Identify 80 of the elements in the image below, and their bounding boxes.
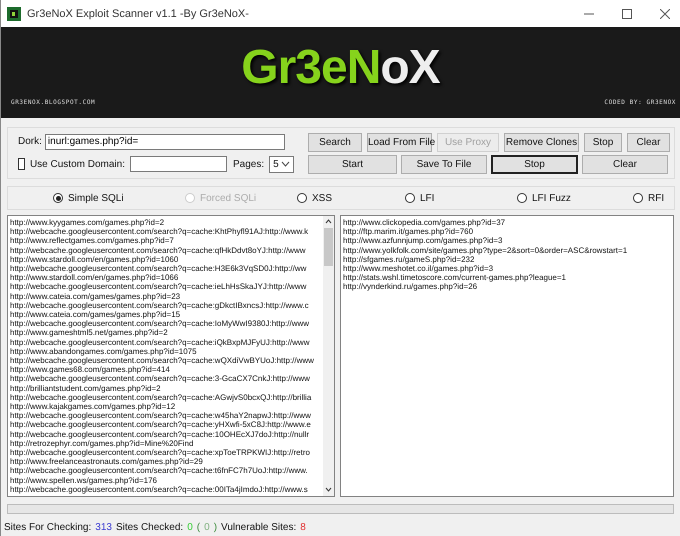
list-item[interactable]: http://www.stardoll.com/en/games.php?id=1060 xyxy=(10,254,323,264)
status-value: ( xyxy=(196,522,200,532)
status-label: Vulnerable Sites: xyxy=(221,522,296,532)
list-item[interactable]: http://ftp.marim.it/games.php?id=760 xyxy=(343,227,673,236)
list-item[interactable]: http://www.yolkfolk.com/site/games.php?type=2&sort=0&order=ASC&rowstart=1 xyxy=(343,246,673,255)
window-title: Gr3eNoX Exploit Scanner v1.1 -By Gr3eNoX- xyxy=(27,8,249,20)
list-item[interactable]: http://www.cateia.com/games/games.php?id=23 xyxy=(10,292,323,301)
button[interactable]: Search xyxy=(308,132,362,152)
radio-button[interactable] xyxy=(297,193,307,203)
status-value: 0 xyxy=(204,522,210,532)
custom-domain-checkbox[interactable] xyxy=(18,158,25,170)
status-label: Sites For Checking: xyxy=(4,522,92,532)
list-item[interactable]: http://www.kyygames.com/games.php?id=2 xyxy=(10,218,323,228)
list-item[interactable]: http://sfgames.ru/gameS.php?id=232 xyxy=(343,254,673,264)
list-item[interactable]: http://www.gameshtml5.net/games.php?id=2 xyxy=(10,328,323,338)
list-item[interactable]: http://webcache.googleusercontent.com/search?q=cache:H3E6k3VqSD0J:http://ww xyxy=(10,264,323,274)
list-item[interactable]: http://webcache.googleusercontent.com/search?q=cache:ieLhHsSkaJYJ:http://www xyxy=(10,282,323,292)
dork-field[interactable]: inurl:games.php?id= xyxy=(44,134,285,150)
radio-label[interactable]: XSS xyxy=(312,192,332,204)
list-item[interactable]: http://webcache.googleusercontent.com/search?q=cache:IoMyWwI9380J:http://www xyxy=(10,319,323,328)
list-item[interactable]: http://retrozephyr.com/games.php?id=Mine%20Find xyxy=(10,438,323,448)
list-item[interactable]: http://brilliantstudent.com/games.php?id=2 xyxy=(10,384,323,393)
radio-button[interactable] xyxy=(405,193,415,203)
status-value: 0 xyxy=(187,522,193,532)
logo-text: oX xyxy=(380,41,440,94)
list-item[interactable]: http://www.games68.com/games.php?id=414 xyxy=(10,365,323,374)
list-item[interactable]: http://webcache.googleusercontent.com/search?q=cache:AGwjvS0bcxQJ:http://brillia xyxy=(10,392,323,402)
status-value: ) xyxy=(214,522,218,532)
list-item[interactable]: http://www.clickopedia.com/games.php?id=37 xyxy=(343,218,673,228)
list-item[interactable]: http://webcache.googleusercontent.com/search?q=cache:wQXdiVwBYUoJ:http://www xyxy=(10,356,323,366)
app-icon xyxy=(7,6,21,20)
list-item[interactable]: http://stats.wshl.timetoscore.com/current-games.php?league=1 xyxy=(343,273,673,282)
list-item[interactable]: http://webcache.googleusercontent.com/search?q=cache:t6fnFC7h7UoJ:http://www. xyxy=(10,466,323,476)
list-item[interactable]: http://webcache.googleusercontent.com/search?q=cache:3-GcaCX7CnkJ:http://www xyxy=(10,374,323,384)
domain-field[interactable] xyxy=(130,156,227,172)
list-item[interactable]: http://www.freelanceastronauts.com/games.php?id=29 xyxy=(10,457,323,466)
list-item[interactable]: http://webcache.googleusercontent.com/search?q=cache:10OHEcXJ7doJ:http://nullr xyxy=(10,430,323,439)
pages-dropdown[interactable]: 5 xyxy=(269,156,294,172)
logo-text: Gr3eN xyxy=(241,41,380,94)
button[interactable]: Stop xyxy=(584,132,622,152)
custom-domain-label: Use Custom Domain: xyxy=(30,158,125,170)
close-icon[interactable] xyxy=(660,8,670,18)
button[interactable]: Start xyxy=(308,154,397,174)
radio-label[interactable]: Simple SQLi xyxy=(68,192,124,204)
radio-button[interactable] xyxy=(633,193,643,203)
status-value: 313 xyxy=(95,522,112,532)
button[interactable]: Clear xyxy=(582,154,668,174)
list-item[interactable]: http://www.azfunnjump.com/games.php?id=3 xyxy=(343,236,673,246)
maximize-icon[interactable] xyxy=(622,8,632,18)
list-item[interactable]: http://www.cateia.com/games/games.php?id=15 xyxy=(10,310,323,320)
dork-label: Dork: xyxy=(18,136,42,147)
status-value: 8 xyxy=(300,522,306,532)
list-item[interactable]: http://www.kajakgames.com/games.php?id=12 xyxy=(10,402,323,412)
scrollbar-drawing[interactable] xyxy=(323,216,334,496)
button[interactable]: Stop xyxy=(491,154,578,174)
list-item[interactable]: http://webcache.googleusercontent.com/search?q=cache:yHXwfi-5xC8J:http://www.e xyxy=(10,420,323,430)
list-item[interactable]: http://www.spellen.ws/games.php?id=176 xyxy=(10,476,323,485)
list-item[interactable]: http://webcache.googleusercontent.com/search?q=cache:w45haY2napwJ:http://www xyxy=(10,411,323,420)
list-item[interactable]: http://webcache.googleusercontent.com/search?q=cache:00ITa4jImdoJ:http://www.s xyxy=(10,484,323,494)
list-item[interactable]: http://www.abandongames.com/games.php?id=1075 xyxy=(10,346,323,356)
list-item[interactable]: http://webcache.googleusercontent.com/search?q=cache:xpToeTRPKWIJ:http://retro xyxy=(10,448,323,458)
radio-button[interactable] xyxy=(517,193,527,203)
list-item[interactable]: http://webcache.googleusercontent.com/search?q=cache:iQkBxpMJFyUJ:http://www xyxy=(10,338,323,347)
list-item[interactable]: http://webcache.googleusercontent.com/search?q=cache:KhtPhyfl91AJ:http://www.k xyxy=(10,227,323,236)
list-item[interactable]: http://www.stardoll.com/en/games.php?id=1066 xyxy=(10,273,323,282)
caret-icon xyxy=(280,161,290,167)
radio-label[interactable]: LFI Fuzz xyxy=(532,192,571,204)
button[interactable]: Save To File xyxy=(401,154,487,174)
button[interactable]: Clear xyxy=(627,132,670,152)
radio-label[interactable]: RFI xyxy=(648,192,664,204)
radio-label[interactable]: LFI xyxy=(420,192,434,204)
list-item[interactable]: http://vynderkind.ru/games.php?id=26 xyxy=(343,282,673,292)
list-item[interactable]: http://webcache.googleusercontent.com/search?q=cache:gDkctIBxncsJ:http://www.c xyxy=(10,300,323,310)
status-label: Sites Checked: xyxy=(116,522,184,532)
button[interactable]: Remove Clones xyxy=(504,132,579,152)
pages-label: Pages: xyxy=(232,158,264,170)
list-item[interactable]: http://www.meshotet.co.il/games.php?id=3 xyxy=(343,264,673,274)
list-item[interactable]: http://webcache.googleusercontent.com/search?q=cache:qfHkDdvt8oYJ:http://www xyxy=(10,246,323,255)
radio-button[interactable] xyxy=(53,193,63,203)
list-item[interactable]: http://www.reflectgames.com/games.php?id=7 xyxy=(10,236,323,246)
